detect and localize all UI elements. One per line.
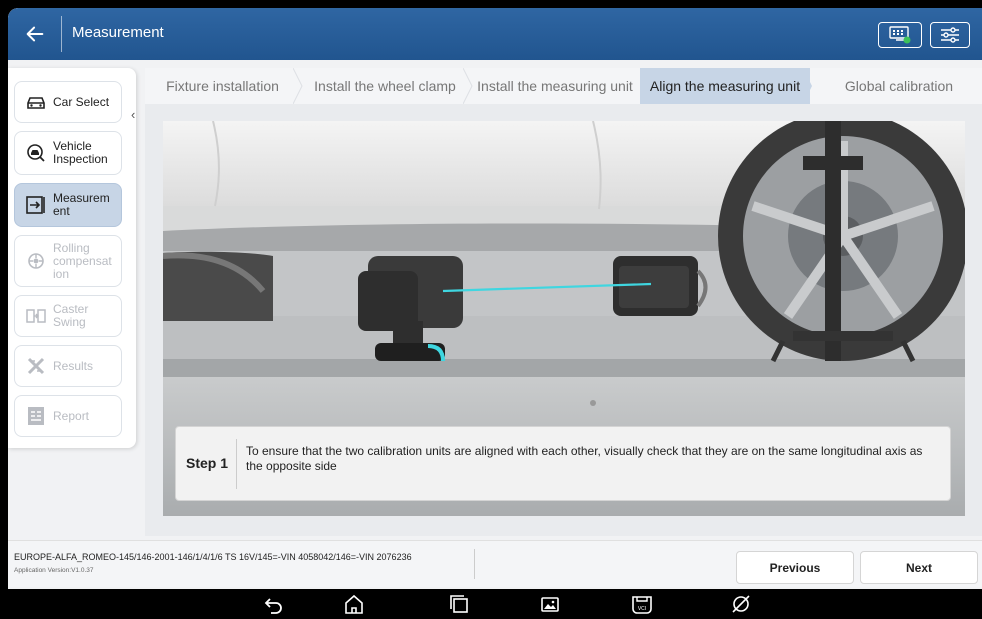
sidebar: Car Select Vehicle Inspection Measurem e…	[8, 68, 136, 448]
app-screen: Measurement Car Select Vehicle Inspectio…	[8, 8, 982, 619]
device-frame: Measurement Car Select Vehicle Inspectio…	[0, 0, 982, 619]
sidebar-item-caster-swing[interactable]: Caster Swing	[14, 295, 122, 337]
recents-nav-icon[interactable]	[448, 593, 470, 615]
step-fixture-installation[interactable]: Fixture installation	[145, 68, 303, 104]
vehicle-info: EUROPE-ALFA_ROMEO-145/146-2001-146/1/4/1…	[14, 552, 412, 562]
footer-bar: EUROPE-ALFA_ROMEO-145/146-2001-146/1/4/1…	[8, 540, 982, 587]
instruction-text: To ensure that the two calibration units…	[246, 444, 923, 473]
back-arrow-icon[interactable]	[14, 14, 56, 54]
chevron-left-icon[interactable]: ‹	[131, 107, 135, 122]
caster-icon	[25, 305, 47, 327]
svg-text:VCI: VCI	[638, 606, 646, 612]
back-nav-icon[interactable]	[263, 593, 285, 615]
sidebar-item-car-select[interactable]: Car Select	[14, 81, 122, 123]
page-title: Measurement	[72, 24, 164, 41]
results-icon	[25, 355, 47, 377]
step-install-measuring-unit[interactable]: Install the measuring unit	[470, 68, 640, 104]
vci-nav-icon[interactable]: VCI	[628, 593, 656, 615]
step-label: Align the measuring unit	[649, 78, 801, 94]
step-label: Fixture installation	[166, 78, 279, 94]
sidebar-item-label: Vehicle Inspection	[53, 139, 108, 166]
step-align-measuring-unit[interactable]: Align the measuring unit	[640, 68, 812, 104]
instruction-panel: Step 1 To ensure that the two calibratio…	[175, 426, 951, 501]
car-icon	[25, 91, 47, 113]
header-bar: Measurement	[8, 8, 982, 60]
step-label: Install the measuring unit	[477, 78, 633, 94]
step-number-label: Step 1	[186, 455, 229, 471]
step-global-calibration[interactable]: Global calibration	[810, 68, 982, 104]
sidebar-item-report[interactable]: Report	[14, 395, 122, 437]
sidebar-item-rolling-compensation[interactable]: Rolling compensat ion	[14, 235, 122, 287]
sidebar-item-label: Rolling compensat ion	[53, 240, 112, 281]
sidebar-item-measurement[interactable]: Measurem ent	[14, 183, 122, 227]
step-install-wheel-clamp[interactable]: Install the wheel clamp	[300, 68, 473, 104]
sidebar-item-label: Report	[53, 408, 90, 423]
step-progress-bar: Fixture installation Install the wheel c…	[145, 68, 982, 104]
sidebar-item-vehicle-inspection[interactable]: Vehicle Inspection	[14, 131, 122, 175]
settings-sliders-icon[interactable]	[930, 22, 970, 48]
previous-button[interactable]: Previous	[736, 551, 854, 584]
footer-divider	[474, 549, 475, 579]
measurement-icon	[25, 194, 47, 216]
vci-status-icon[interactable]	[878, 22, 922, 48]
rolling-icon	[25, 250, 47, 272]
report-icon	[25, 405, 47, 427]
main-content: Fixture installation Install the wheel c…	[145, 68, 982, 536]
sidebar-item-label: Results	[53, 358, 94, 373]
home-nav-icon[interactable]	[343, 593, 365, 615]
instruction-illustration: Step 1 To ensure that the two calibratio…	[163, 121, 965, 516]
step-label: Global calibration	[844, 78, 954, 94]
header-divider	[61, 16, 62, 52]
inspection-icon	[25, 142, 47, 164]
sidebar-item-label: Caster Swing	[53, 302, 89, 329]
step-label: Install the wheel clamp	[314, 78, 456, 94]
next-button[interactable]: Next	[860, 551, 978, 584]
app-version: Application Version:V1.0.37	[14, 567, 94, 574]
gallery-nav-icon[interactable]	[539, 593, 561, 615]
panel-divider	[236, 439, 237, 489]
browser-nav-icon[interactable]	[730, 593, 752, 615]
android-nav-bar: VCI	[8, 589, 982, 619]
sidebar-item-label: Measurem ent	[53, 191, 110, 218]
sidebar-item-label: Car Select	[53, 94, 110, 109]
sidebar-item-results[interactable]: Results	[14, 345, 122, 387]
